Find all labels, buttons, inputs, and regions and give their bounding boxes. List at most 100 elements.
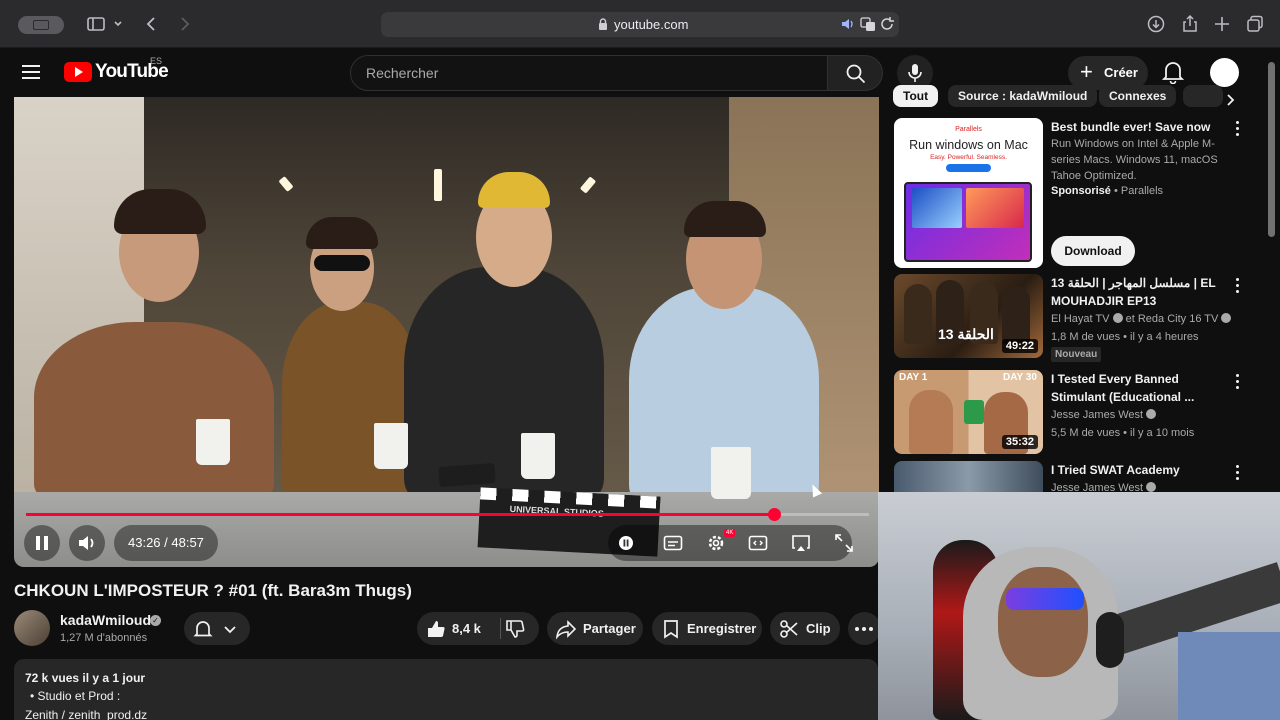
more-vertical-icon[interactable] — [1236, 374, 1240, 390]
video-duration: 49:22 — [1001, 339, 1038, 353]
share-icon[interactable] — [1180, 14, 1200, 34]
autoplay-toggle-icon[interactable] — [616, 533, 636, 553]
share-button[interactable]: Partager — [547, 612, 643, 645]
progress-fill — [26, 513, 775, 516]
chip-related[interactable]: Connexes — [1099, 85, 1177, 107]
ad-title: Best bundle ever! Save now — [1051, 120, 1211, 134]
youtube-play-icon — [64, 62, 92, 82]
plus-icon: + — [1080, 59, 1093, 84]
chevron-down-icon[interactable] — [112, 14, 124, 34]
video-thumbnail: الحلقة 13 49:22 — [894, 274, 1043, 358]
chip-more[interactable] — [1183, 85, 1223, 107]
more-actions-button[interactable] — [848, 612, 881, 645]
scissors-icon — [780, 620, 798, 638]
video-card-channel[interactable]: El Hayat TV et Reda City 16 TV — [1051, 310, 1232, 328]
translate-icon[interactable] — [860, 16, 876, 32]
chip-source[interactable]: Source : kadaWmiloud — [948, 85, 1098, 107]
download-icon[interactable] — [1146, 14, 1166, 34]
save-button[interactable]: Enregistrer — [652, 612, 762, 645]
new-tab-icon[interactable] — [1212, 14, 1232, 34]
tabs-overview-icon[interactable] — [1245, 14, 1265, 34]
fullscreen-icon[interactable] — [834, 533, 854, 553]
search-placeholder: Rechercher — [366, 65, 439, 81]
mute-button[interactable] — [69, 525, 105, 561]
bell-icon — [193, 621, 213, 637]
search-button[interactable] — [827, 55, 883, 91]
description-box[interactable]: 72 k vues il y a 1 jour • Studio et Prod… — [14, 659, 878, 720]
more-vertical-icon[interactable] — [1236, 465, 1240, 481]
quality-badge: 4K — [724, 529, 736, 537]
video-card-meta: 1,8 M de vues • il y a 4 heures — [1051, 331, 1199, 343]
video-card-meta: 5,5 M de vues • il y a 10 mois — [1051, 427, 1195, 439]
search-icon — [846, 64, 866, 84]
more-horizontal-icon — [855, 627, 873, 631]
channel-avatar[interactable] — [14, 610, 50, 646]
search-input[interactable]: Rechercher — [350, 55, 828, 91]
settings-gear-icon[interactable] — [706, 533, 726, 553]
time-display: 43:26 / 48:57 — [114, 525, 218, 561]
ad-thumbnail: Parallels Run windows on Mac Easy. Power… — [894, 118, 1043, 268]
more-vertical-icon[interactable] — [1236, 121, 1240, 137]
channel-name[interactable]: kadaWmiloud — [60, 612, 151, 628]
video-card-title: I Tested Every Banned Stimulant (Educati… — [1051, 372, 1195, 404]
page-scrollbar[interactable] — [1268, 62, 1275, 237]
like-icon[interactable] — [425, 618, 447, 640]
video-frame: UNIVERSAL STUDIOS — [14, 97, 879, 567]
hamburger-menu-icon[interactable] — [22, 62, 42, 80]
share-arrow-icon — [555, 620, 577, 640]
filter-chips: Tout Source : kadaWmiloud Connexes — [893, 85, 1248, 107]
ad-description: Run Windows on Intel & Apple M-series Ma… — [1051, 138, 1218, 182]
video-title: CHKOUN L'IMPOSTEUR ? #01 (ft. Bara3m Thu… — [14, 581, 412, 600]
url-text: youtube.com — [614, 17, 689, 32]
chevron-down-icon — [224, 626, 236, 634]
clip-button[interactable]: Clip — [770, 612, 840, 645]
video-card-title: مسلسل المهاجر | الحلقة 13 | EL MOUHADJIR… — [1051, 276, 1216, 308]
video-player[interactable]: UNIVERSAL STUDIOS 43:26 / 48:57 4K — [14, 97, 879, 567]
progress-bar[interactable] — [26, 508, 869, 521]
browser-toolbar: youtube.com — [0, 0, 1280, 48]
speaker-icon[interactable] — [840, 16, 856, 32]
description-line: • Studio et Prod : — [30, 689, 121, 703]
subscribed-notification-button[interactable] — [184, 612, 250, 645]
ad-sponsor: Sponsorisé • Parallels — [1051, 185, 1164, 197]
video-card-title: I Tried SWAT Academy — [1051, 463, 1180, 477]
back-arrow-icon[interactable] — [142, 14, 162, 34]
volume-icon — [79, 536, 94, 550]
address-bar[interactable]: youtube.com — [381, 12, 899, 37]
notifications-bell-icon[interactable] — [1161, 60, 1185, 85]
new-badge: Nouveau — [1051, 347, 1102, 362]
view-stats: 72 k vues il y a 1 jour — [25, 671, 146, 685]
verified-icon: ✓ — [150, 615, 161, 626]
like-count: 8,4 k — [452, 621, 481, 636]
video-card-channel[interactable]: Jesse James West — [1051, 406, 1157, 424]
miniplayer-icon[interactable] — [748, 533, 768, 553]
youtube-logo[interactable]: YouTube ES — [64, 56, 169, 82]
video-thumbnail — [894, 461, 1043, 492]
forward-arrow-icon[interactable] — [174, 14, 194, 34]
tab-overview-button[interactable] — [18, 16, 64, 34]
chevron-right-icon[interactable] — [1222, 92, 1238, 108]
dislike-icon[interactable] — [504, 618, 526, 640]
pause-button[interactable] — [24, 525, 60, 561]
description-line: Zenith / zenith_prod.dz — [25, 708, 148, 720]
more-vertical-icon[interactable] — [1236, 278, 1240, 294]
airplay-icon[interactable] — [791, 533, 811, 553]
reload-icon[interactable] — [879, 16, 895, 32]
microphone-icon — [908, 64, 922, 82]
sidebar-toggle-icon[interactable] — [86, 14, 106, 34]
webcam-overlay — [878, 492, 1280, 720]
account-avatar[interactable] — [1210, 58, 1239, 87]
bookmark-icon — [664, 620, 678, 639]
pause-icon — [36, 536, 48, 550]
tab-overview-icon — [33, 20, 49, 30]
video-duration: 35:32 — [1001, 435, 1038, 449]
subtitles-icon[interactable] — [663, 533, 683, 553]
subscriber-count: 1,27 M d'abonnés — [60, 632, 148, 644]
ad-download-button[interactable]: Download — [1051, 236, 1135, 266]
lock-icon — [599, 18, 607, 30]
chip-all[interactable]: Tout — [893, 85, 939, 107]
like-dislike-group: 8,4 k — [417, 612, 539, 645]
player-controls-right: 4K — [608, 525, 854, 561]
country-code: ES — [150, 56, 163, 66]
video-thumbnail: DAY 1 DAY 30 35:32 — [894, 370, 1043, 454]
